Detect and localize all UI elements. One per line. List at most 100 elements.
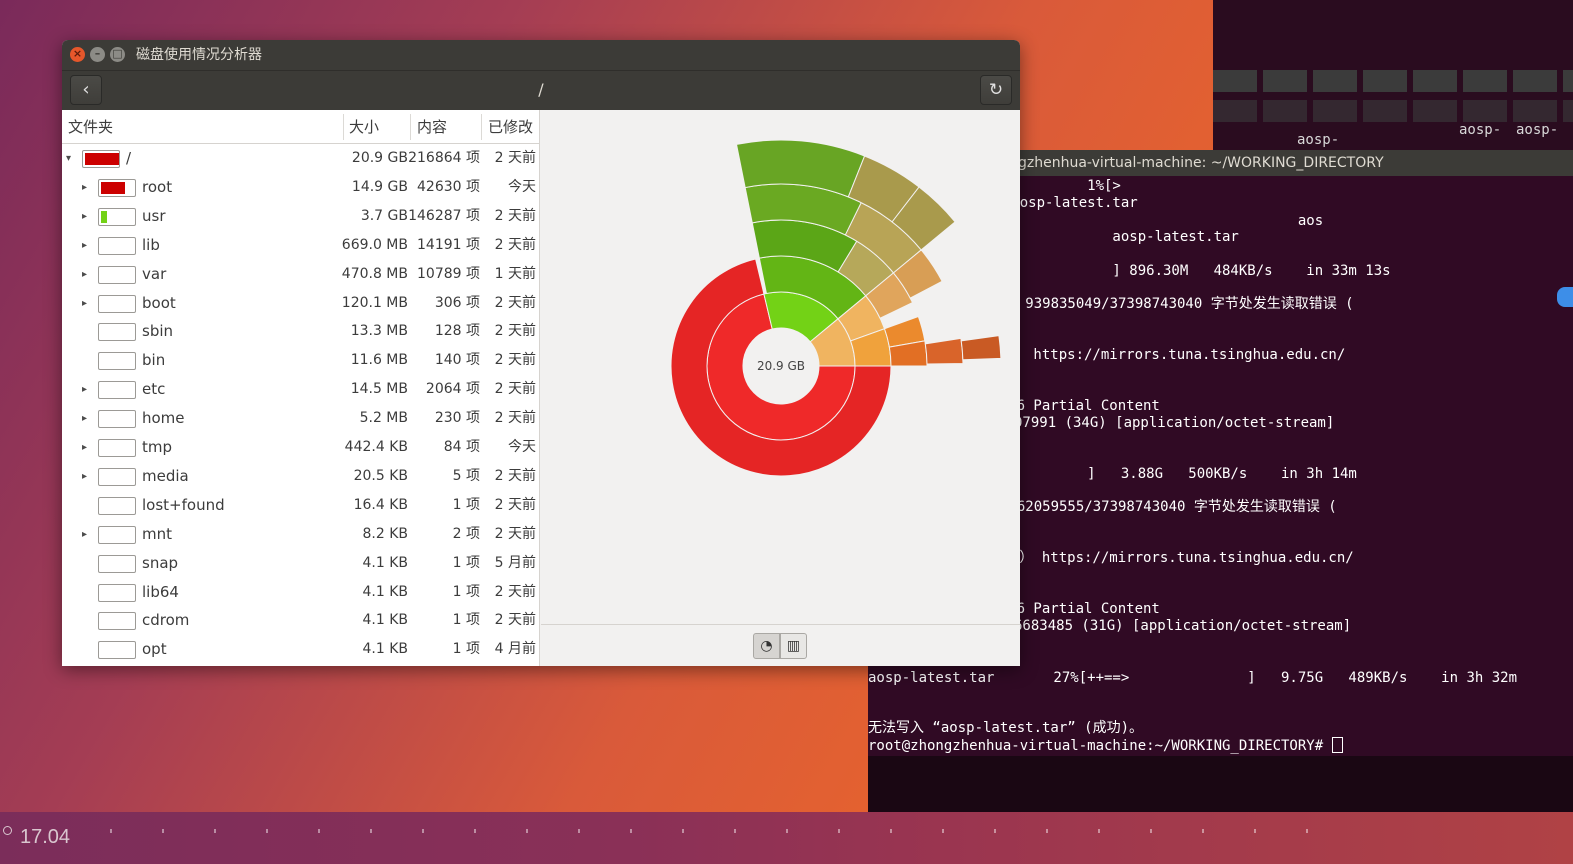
table-row[interactable]: cdrom 4.1 KB 1 项 2 天前 <box>62 606 540 635</box>
column-header-folder[interactable]: 文件夹 <box>68 110 113 144</box>
table-row[interactable]: ▸ usr 3.7 GB 146287 项 2 天前 <box>62 202 540 231</box>
table-row[interactable]: snap 4.1 KB 1 项 5 月前 <box>62 549 540 578</box>
expander-icon[interactable]: ▸ <box>82 404 87 433</box>
folder-size: 120.1 MB <box>341 294 408 311</box>
expander-icon[interactable]: ▸ <box>82 375 87 404</box>
ring-chart[interactable]: 20.9 GB <box>541 110 1020 624</box>
folder-name: lib64 <box>142 582 179 601</box>
table-row[interactable]: sbin 13.3 MB 128 项 2 天前 <box>62 317 540 346</box>
table-row[interactable]: lib64 4.1 KB 1 项 2 天前 <box>62 578 540 607</box>
folder-name: usr <box>142 206 166 225</box>
folder-name: boot <box>142 293 176 312</box>
usage-bar <box>98 583 136 602</box>
expander-icon[interactable]: ▸ <box>82 231 87 260</box>
usage-bar <box>98 352 136 371</box>
disk-usage-analyzer-window[interactable]: × – □ 磁盘使用情况分析器 / ‹ ↻ 文件夹 大小 内容 已修改 ▾ / 20… <box>62 40 1020 666</box>
folder-contents: 5 项 <box>452 467 480 484</box>
folder-size: 5.2 MB <box>359 410 408 427</box>
folder-contents: 140 项 <box>434 352 480 369</box>
table-row[interactable]: ▸ home 5.2 MB 230 项 2 天前 <box>62 404 540 433</box>
usage-bar <box>98 236 136 255</box>
folder-contents: 1 项 <box>452 554 480 571</box>
folder-size: 4.1 KB <box>362 641 409 658</box>
table-row[interactable]: ▸ media 20.5 KB 5 项 2 天前 <box>62 462 540 491</box>
expander-icon[interactable]: ▸ <box>82 173 87 202</box>
expander-icon[interactable]: ▸ <box>82 202 87 231</box>
table-row[interactable]: ▸ etc 14.5 MB 2064 项 2 天前 <box>62 375 540 404</box>
close-icon[interactable]: × <box>70 47 85 62</box>
terminal-line: 无法写入 “aosp-latest.tar” (成功)。 <box>868 720 1144 736</box>
column-header-modified[interactable]: 已修改 <box>488 110 533 144</box>
expander-icon[interactable]: ▾ <box>66 144 71 173</box>
ghost-tab-row <box>1213 100 1573 122</box>
refresh-button[interactable]: ↻ <box>980 75 1012 105</box>
expander-icon[interactable]: ▸ <box>82 433 87 462</box>
table-row[interactable]: ▸ tmp 442.4 KB 84 项 今天 <box>62 433 540 462</box>
maximize-icon[interactable]: □ <box>110 47 125 62</box>
folder-modified: 4 月前 <box>494 641 536 658</box>
expander-icon[interactable]: ▸ <box>82 520 87 549</box>
folder-name: lost+found <box>142 495 225 514</box>
usage-bar <box>98 439 136 457</box>
folder-size: 13.3 MB <box>350 323 408 340</box>
toolbar: / ‹ ↻ <box>62 70 1020 110</box>
folder-contents: 14191 项 <box>417 236 480 253</box>
treemap-view-button[interactable]: ▥ <box>780 633 807 659</box>
folder-tree[interactable]: 文件夹 大小 内容 已修改 ▾ / 20.9 GB 216864 项 2 天前 ▸ root… <box>62 110 540 666</box>
terminal-shadow <box>868 756 1573 812</box>
folder-size: 442.4 KB <box>344 439 408 455</box>
table-row[interactable]: ▸ root 14.9 GB 42630 项 今天 <box>62 173 540 202</box>
ring-segment-other-depth3[interactable] <box>924 337 964 365</box>
folder-contents: 10789 项 <box>417 265 480 282</box>
folder-contents: 2 项 <box>452 525 480 542</box>
folder-modified: 2 天前 <box>494 381 536 398</box>
folder-modified: 今天 <box>508 439 536 455</box>
folder-contents: 42630 项 <box>417 178 480 195</box>
table-row[interactable]: ▸ boot 120.1 MB 306 项 2 天前 <box>62 289 540 318</box>
folder-size: 20.9 GB <box>351 150 408 166</box>
expander-icon[interactable]: ▸ <box>82 289 87 318</box>
folder-modified: 2 天前 <box>494 496 536 513</box>
ring-chart-view-button[interactable]: ◔ <box>753 633 780 659</box>
column-header-contents[interactable]: 内容 <box>417 110 447 144</box>
table-row[interactable]: opt 4.1 KB 1 项 4 月前 <box>62 635 540 664</box>
titlebar[interactable]: × – □ 磁盘使用情况分析器 <box>62 40 1020 70</box>
table-row[interactable]: ▾ / 20.9 GB 216864 项 2 天前 <box>62 144 540 173</box>
expander-icon[interactable]: ▸ <box>82 462 87 491</box>
ubuntu-circle-icon <box>3 826 12 835</box>
folder-size: 14.9 GB <box>351 178 408 195</box>
minimize-icon[interactable]: – <box>90 47 105 62</box>
ring-chart-area[interactable]: 20.9 GB <box>541 110 1020 624</box>
expander-icon[interactable]: ▸ <box>82 260 87 289</box>
column-header-size[interactable]: 大小 <box>349 110 379 144</box>
usage-bar <box>98 525 136 544</box>
table-row[interactable]: ▸ var 470.8 MB 10789 项 1 天前 <box>62 260 540 289</box>
folder-modified: 2 天前 <box>494 323 536 340</box>
folder-modified: 2 天前 <box>494 150 536 166</box>
folder-contents: 128 项 <box>434 323 480 340</box>
folder-size: 20.5 KB <box>353 467 408 484</box>
back-button[interactable]: ‹ <box>70 75 102 105</box>
usage-bar <box>98 496 136 515</box>
usage-bar-fill <box>101 210 108 223</box>
folder-name: etc <box>142 380 166 399</box>
folder-modified: 2 天前 <box>494 583 536 600</box>
folder-name: mnt <box>142 524 172 543</box>
usage-bar <box>98 554 136 573</box>
folder-size: 470.8 MB <box>341 265 408 282</box>
folder-modified: 2 天前 <box>494 207 536 224</box>
folder-name: snap <box>142 553 179 572</box>
usage-bar-fill <box>85 153 119 165</box>
table-row[interactable]: ▸ mnt 8.2 KB 2 项 2 天前 <box>62 520 540 549</box>
table-row[interactable]: lost+found 16.4 KB 1 项 2 天前 <box>62 491 540 520</box>
folder-contents: 306 项 <box>434 294 480 311</box>
tree-header: 文件夹 大小 内容 已修改 <box>62 110 539 144</box>
table-row[interactable]: ▸ lib 669.0 MB 14191 项 2 天前 <box>62 231 540 260</box>
ring-segment-other-depth4[interactable] <box>960 335 1002 361</box>
table-row[interactable]: bin 11.6 MB 140 项 2 天前 <box>62 346 540 375</box>
folder-size: 4.1 KB <box>362 583 409 600</box>
folder-size: 4.1 KB <box>362 554 409 571</box>
current-path: / <box>538 80 544 99</box>
folder-contents: 2064 项 <box>425 381 480 398</box>
usage-bar <box>98 410 136 429</box>
